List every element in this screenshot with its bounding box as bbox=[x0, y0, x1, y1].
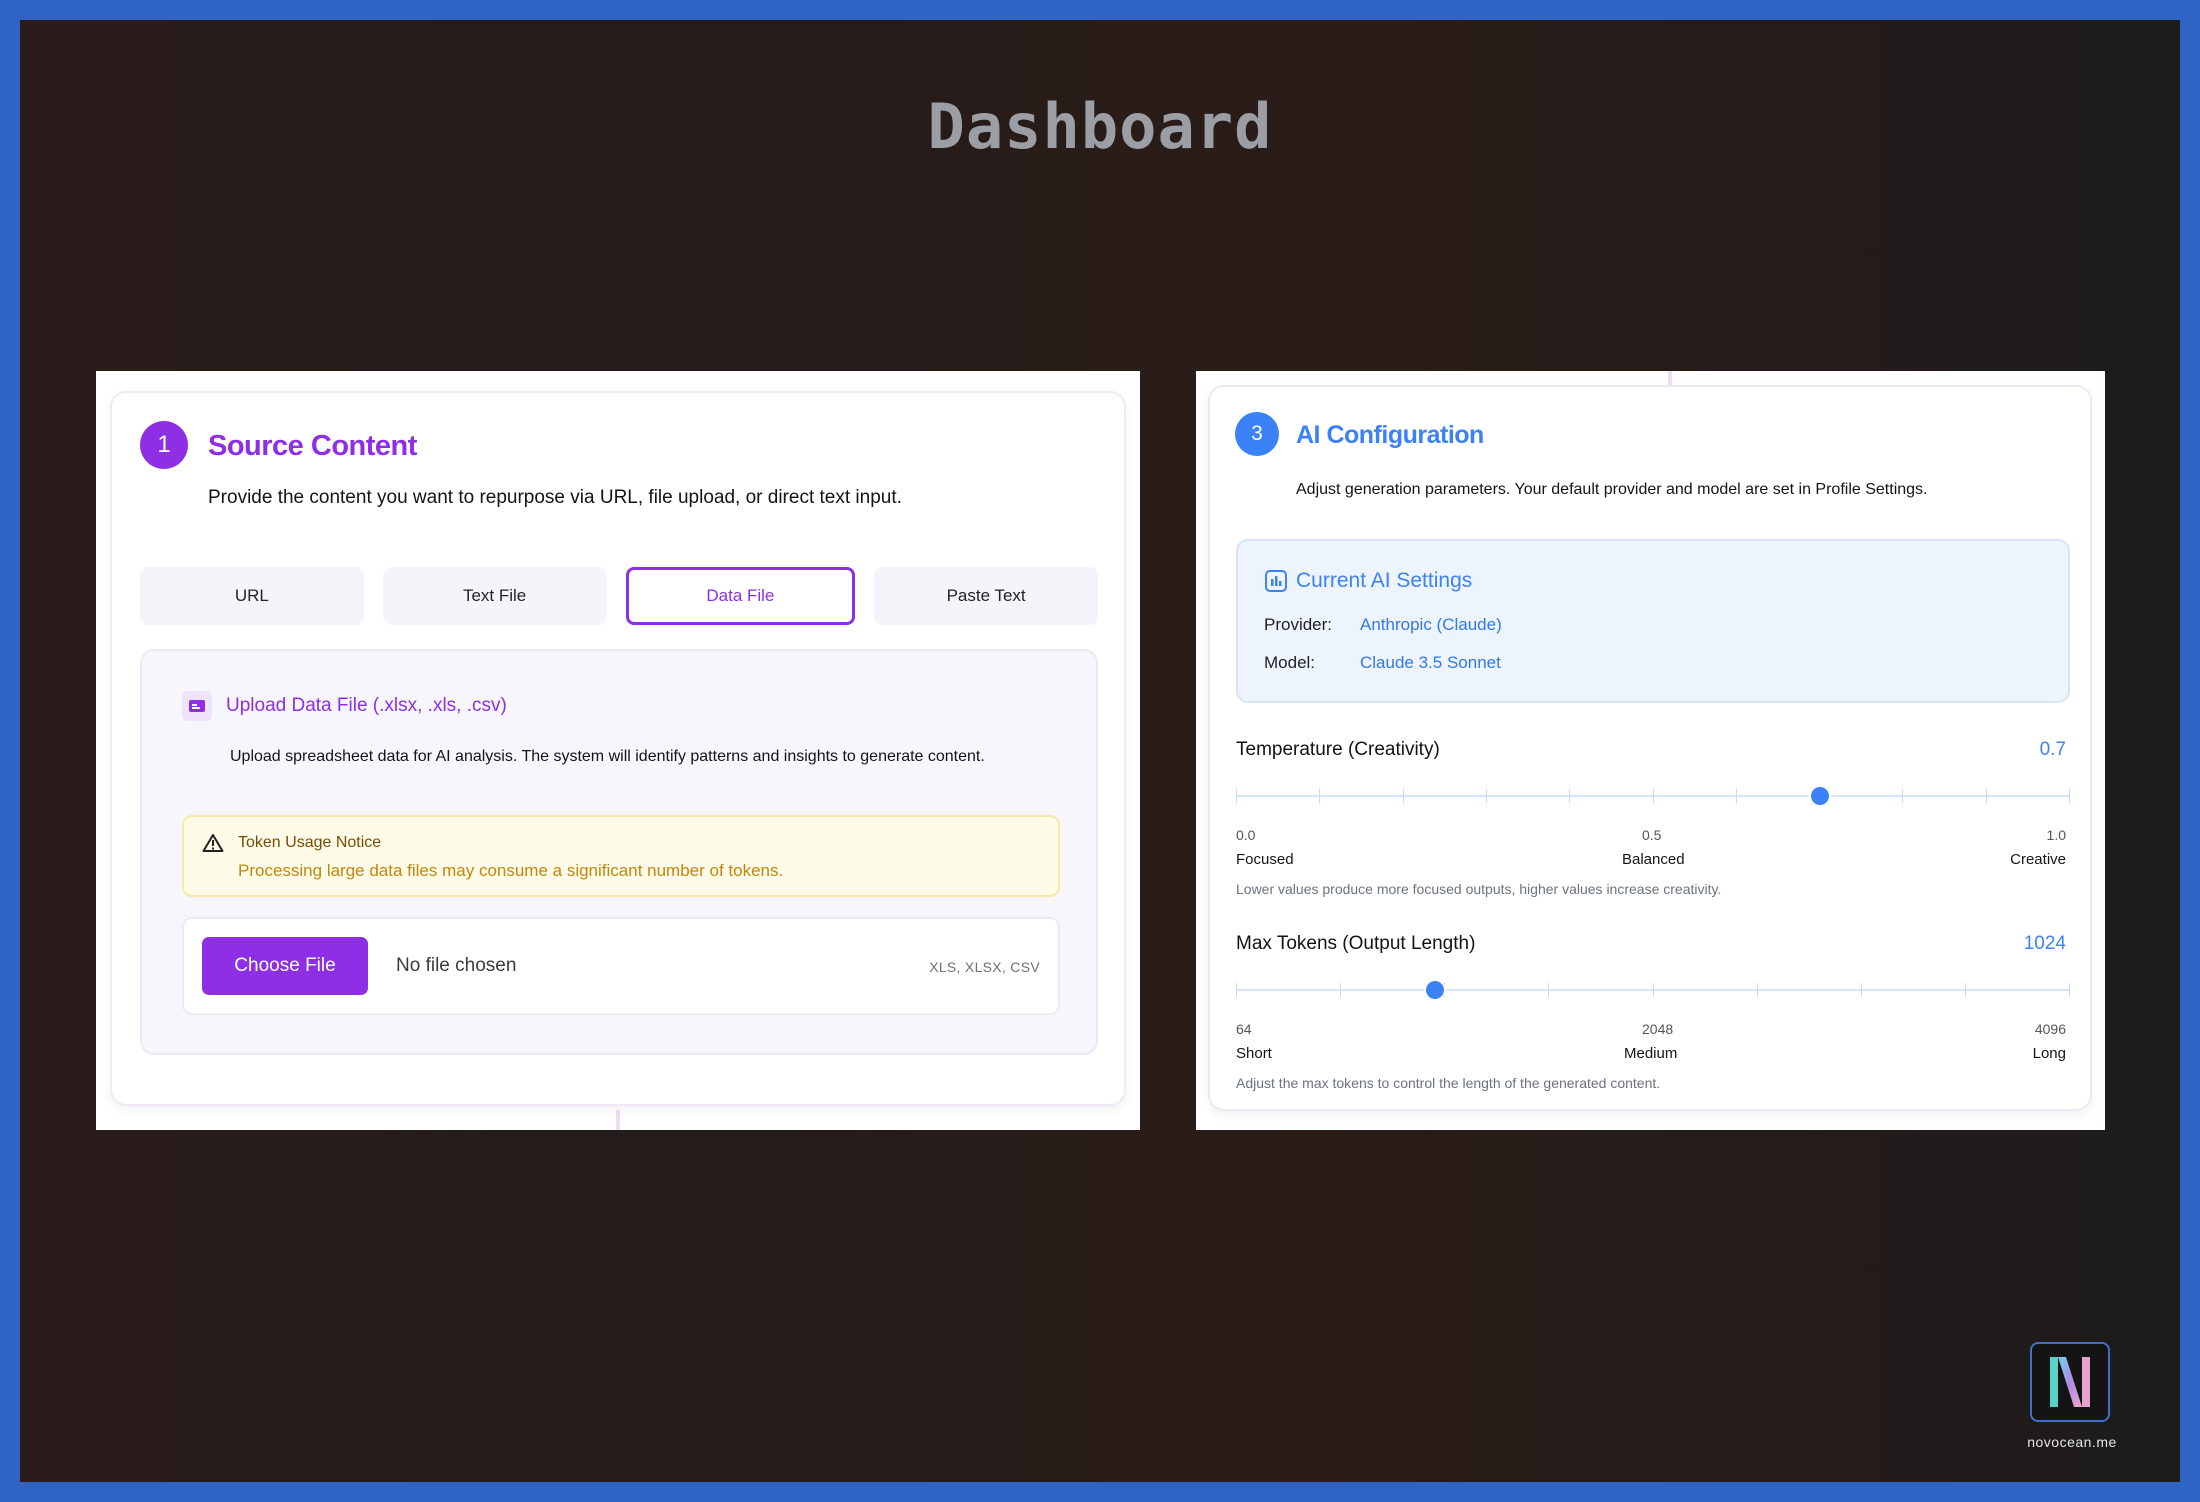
accepted-formats: XLS, XLSX, CSV bbox=[929, 959, 1040, 975]
max-tokens-tick-min: 64 bbox=[1236, 1021, 1252, 1037]
ai-configuration-card: 3 AI Configuration Adjust generation par… bbox=[1208, 385, 2092, 1111]
upload-panel: Upload Data File (.xlsx, .xls, .csv) Upl… bbox=[140, 649, 1098, 1055]
ai-config-panel: 3 AI Configuration Adjust generation par… bbox=[1196, 371, 2105, 1130]
temperature-slider[interactable] bbox=[1236, 787, 2070, 805]
temperature-tick-mark bbox=[1985, 789, 1987, 803]
step-number-badge: 1 bbox=[140, 421, 188, 469]
max-tokens-word-high: Long bbox=[2032, 1045, 2066, 1062]
temperature-tick-mark bbox=[1652, 789, 1654, 803]
temperature-value: 0.7 bbox=[2039, 739, 2066, 760]
max-tokens-slider[interactable] bbox=[1236, 981, 2070, 999]
brand-caption: novocean.me bbox=[2027, 1434, 2117, 1450]
max-tokens-value: 1024 bbox=[2023, 933, 2066, 954]
choose-file-button[interactable]: Choose File bbox=[202, 937, 368, 995]
temperature-tick-mid: 0.5 bbox=[1642, 827, 1662, 843]
max-tokens-tick-mark bbox=[1548, 983, 1550, 997]
max-tokens-tick-mark bbox=[1444, 983, 1446, 997]
tab-data-file[interactable]: Data File bbox=[625, 567, 856, 625]
notice-title: Token Usage Notice bbox=[238, 834, 382, 851]
temperature-word-mid: Balanced bbox=[1622, 851, 1685, 868]
temperature-word-high: Creative bbox=[2010, 851, 2066, 868]
temperature-tick-min: 0.0 bbox=[1236, 827, 1256, 843]
tab-url[interactable]: URL bbox=[140, 567, 364, 625]
source-panel: 1 Source Content Provide the content you… bbox=[96, 371, 1140, 1130]
max-tokens-word-low: Short bbox=[1236, 1045, 1272, 1062]
file-input: Choose File No file chosen XLS, XLSX, CS… bbox=[182, 917, 1060, 1015]
max-tokens-tick-mark bbox=[2069, 983, 2070, 997]
token-usage-notice: Token Usage Notice Processing large data… bbox=[182, 815, 1060, 897]
temperature-tick-max: 1.0 bbox=[2046, 827, 2066, 843]
max-tokens-tick-max: 4096 bbox=[2034, 1021, 2066, 1037]
current-ai-settings: Current AI Settings Provider: Anthropic … bbox=[1236, 539, 2070, 703]
warning-icon bbox=[202, 834, 224, 852]
temperature-tick-mark bbox=[1402, 789, 1404, 803]
section-title: Source Content bbox=[208, 430, 417, 462]
section-title: AI Configuration bbox=[1296, 421, 1484, 449]
max-tokens-hint: Adjust the max tokens to control the len… bbox=[1236, 1075, 1661, 1091]
temperature-slider-thumb[interactable] bbox=[1810, 787, 1829, 805]
temperature-hint: Lower values produce more focused output… bbox=[1236, 881, 1722, 897]
spreadsheet-icon bbox=[182, 691, 212, 721]
temperature-word-low: Focused bbox=[1236, 851, 1294, 868]
tab-text-file[interactable]: Text File bbox=[382, 567, 607, 625]
step-number-badge: 3 bbox=[1235, 412, 1279, 456]
temperature-tick-mark bbox=[1735, 789, 1737, 803]
upload-title: Upload Data File (.xlsx, .xls, .csv) bbox=[226, 695, 507, 716]
temperature-tick-mark bbox=[2069, 789, 2070, 803]
notice-text: Processing large data files may consume … bbox=[238, 861, 784, 880]
provider-label: Provider: bbox=[1264, 615, 1333, 634]
provider-value: Anthropic (Claude) bbox=[1360, 615, 1502, 634]
max-tokens-word-mid: Medium bbox=[1624, 1045, 1678, 1062]
source-tabs: URL Text File Data File Paste Text bbox=[140, 567, 1098, 625]
chart-box-icon bbox=[1265, 570, 1287, 592]
section-description: Provide the content you want to repurpos… bbox=[208, 487, 902, 508]
section-description: Adjust generation parameters. Your defau… bbox=[1296, 481, 1928, 498]
source-content-card: 1 Source Content Provide the content you… bbox=[110, 391, 1126, 1106]
max-tokens-tick-mark bbox=[1236, 983, 1237, 997]
max-tokens-slider-thumb[interactable] bbox=[1425, 981, 1444, 999]
model-label: Model: bbox=[1264, 653, 1316, 672]
max-tokens-label: Max Tokens (Output Length) bbox=[1236, 933, 1476, 954]
temperature-label: Temperature (Creativity) bbox=[1236, 739, 1440, 760]
max-tokens-tick-mark bbox=[1756, 983, 1758, 997]
upload-description: Upload spreadsheet data for AI analysis.… bbox=[230, 748, 985, 765]
max-tokens-tick-mark bbox=[1964, 983, 1966, 997]
temperature-tick-mark bbox=[1485, 789, 1487, 803]
model-value: Claude 3.5 Sonnet bbox=[1360, 653, 1501, 672]
novocean-logo bbox=[2030, 1342, 2110, 1422]
settings-title: Current AI Settings bbox=[1296, 569, 1473, 592]
file-status: No file chosen bbox=[396, 955, 517, 976]
page-title: Dashboard bbox=[927, 90, 1273, 163]
connector-line bbox=[616, 1110, 620, 1130]
max-tokens-tick-mark bbox=[1652, 983, 1654, 997]
max-tokens-tick-mark bbox=[1860, 983, 1862, 997]
temperature-tick-mark bbox=[1319, 789, 1321, 803]
temperature-tick-mark bbox=[1569, 789, 1571, 803]
stage: Dashboard 1 Source Content Provide the c… bbox=[20, 20, 2180, 1482]
temperature-tick-mark bbox=[1902, 789, 1904, 803]
temperature-tick-mark bbox=[1236, 789, 1237, 803]
tab-paste-text[interactable]: Paste Text bbox=[874, 567, 1098, 625]
max-tokens-tick-mid: 2048 bbox=[1642, 1021, 1674, 1037]
max-tokens-tick-mark bbox=[1340, 983, 1342, 997]
